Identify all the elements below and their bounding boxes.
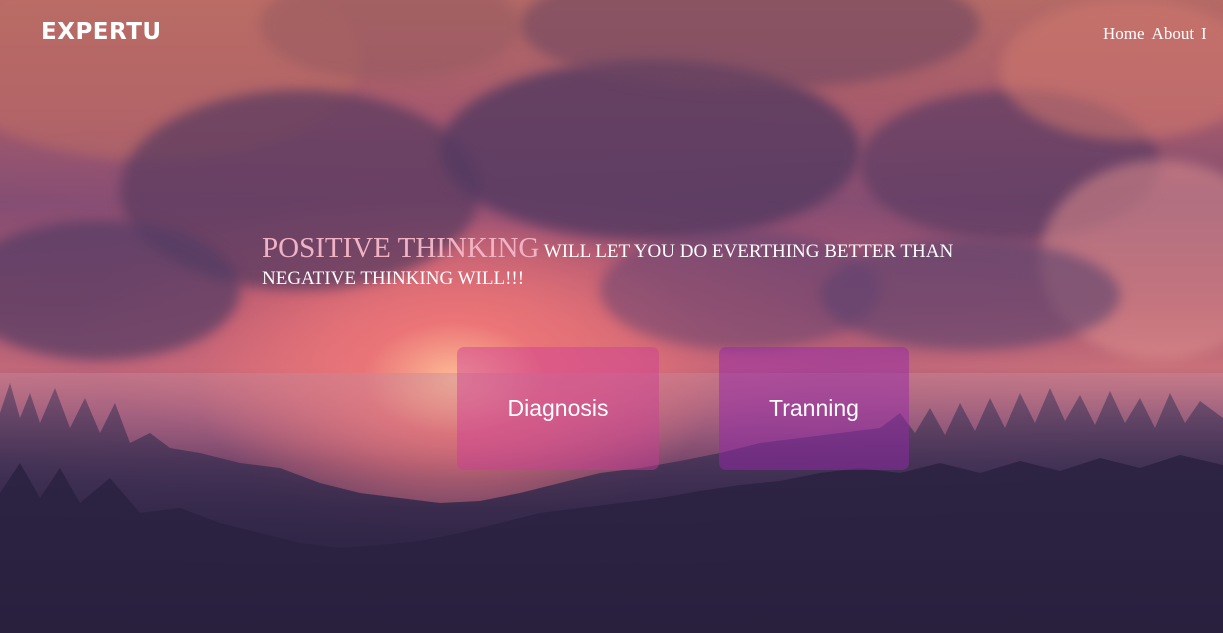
nav-link-home[interactable]: Home [1103,24,1145,43]
logo[interactable]: EXPERTU [41,19,162,45]
diagnosis-button[interactable]: Diagnosis [457,347,659,470]
nav-link-truncated[interactable]: I [1201,24,1207,43]
hero-headline: POSITIVE THINKING WILL LET YOU DO EVERTH… [262,232,1042,292]
headline-accent: POSITIVE THINKING [262,232,540,264]
training-button[interactable]: Tranning [719,347,909,470]
background-image [0,0,1223,633]
top-nav: Home About I [1103,24,1223,44]
nav-link-about[interactable]: About [1152,24,1195,43]
